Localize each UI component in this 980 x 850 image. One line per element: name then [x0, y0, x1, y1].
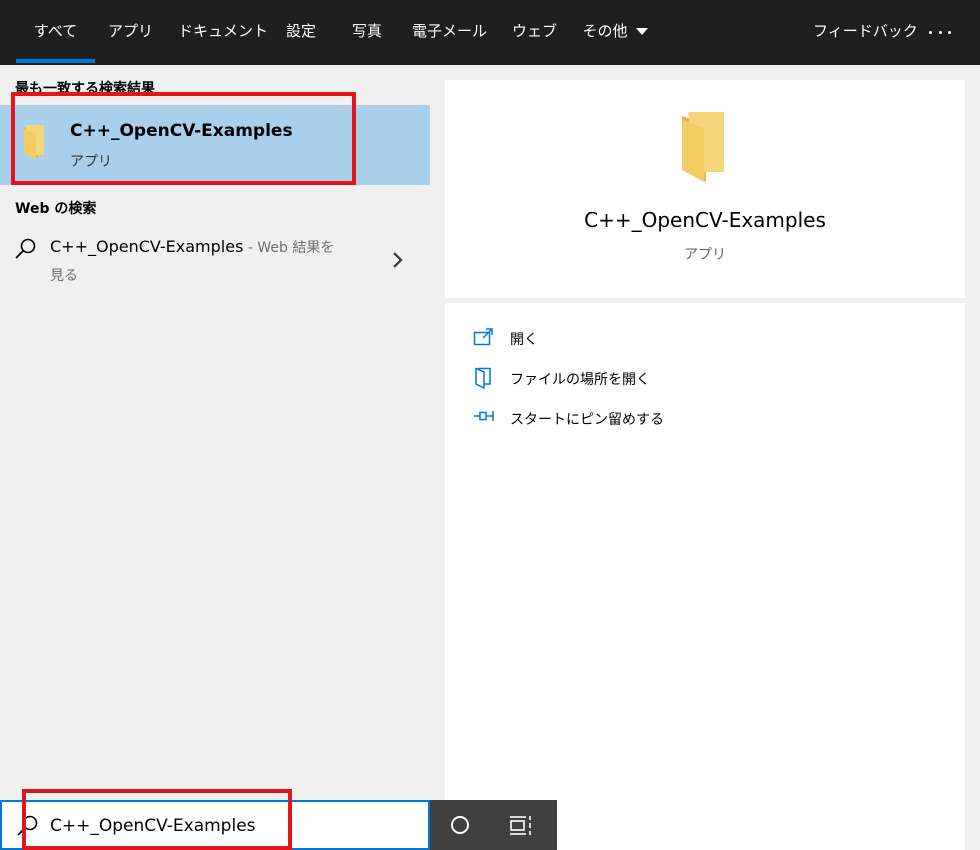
search-icon	[15, 238, 36, 259]
open-file-location-label: ファイルの場所を開く	[510, 372, 650, 388]
open-icon	[473, 328, 493, 346]
open-label: 開く	[510, 332, 538, 348]
best-match-title: C++_OpenCV-Examples	[70, 121, 293, 141]
more-options-icon[interactable]	[926, 0, 954, 65]
detail-actions: 開く ファイルの場所を開く スタートにピン留めする	[445, 303, 965, 850]
best-match-type: アプリ	[70, 154, 112, 170]
tab-documents[interactable]: ドキュメント	[178, 0, 268, 65]
web-search-heading: Web の検索	[15, 201, 97, 217]
detail-title: C++_OpenCV-Examples	[584, 208, 826, 232]
file-location-icon	[475, 367, 491, 389]
tab-apps[interactable]: アプリ	[108, 0, 153, 65]
detail-header: C++_OpenCV-Examples アプリ	[445, 80, 965, 298]
tab-more-label: その他	[582, 22, 628, 40]
detail-type: アプリ	[684, 247, 726, 263]
search-input-value: C++_OpenCV-Examples	[50, 816, 256, 836]
web-search-result[interactable]: C++_OpenCV-Examples - Web 結果を 見る	[0, 225, 430, 289]
pin-icon	[474, 411, 494, 421]
web-result-query: C++_OpenCV-Examples	[50, 237, 244, 256]
open-file-location-action[interactable]: ファイルの場所を開く	[473, 365, 933, 393]
search-category-bar: すべて アプリ ドキュメント 設定 写真 電子メール ウェブ その他 フィードバ…	[0, 0, 980, 65]
tab-all[interactable]: すべて	[16, 0, 95, 65]
tab-photos[interactable]: 写真	[347, 0, 387, 65]
search-window: すべて アプリ ドキュメント 設定 写真 電子メール ウェブ その他 フィードバ…	[0, 0, 980, 850]
web-result-suffix: - Web 結果を	[243, 240, 335, 256]
tab-settings[interactable]: 設定	[281, 0, 321, 65]
tab-more[interactable]: その他	[580, 0, 650, 65]
feedback-button[interactable]: フィードバック	[813, 0, 918, 65]
search-input[interactable]: C++_OpenCV-Examples	[0, 800, 430, 850]
best-match-result[interactable]: C++_OpenCV-Examples アプリ	[0, 105, 430, 185]
best-match-heading: 最も一致する検索結果	[15, 81, 155, 97]
tab-email[interactable]: 電子メール	[412, 0, 487, 65]
search-icon	[17, 815, 38, 836]
cortana-button[interactable]	[430, 800, 490, 850]
chevron-right-icon[interactable]	[392, 251, 404, 269]
task-view-icon	[510, 816, 531, 835]
web-result-line2: 見る	[50, 268, 78, 284]
caret-down-icon	[635, 28, 648, 35]
cortana-icon	[451, 816, 469, 834]
pin-to-start-action[interactable]: スタートにピン留めする	[473, 405, 933, 433]
results-pane: 最も一致する検索結果 C++_OpenCV-Examples アプリ Web の…	[0, 65, 430, 800]
open-action[interactable]: 開く	[473, 325, 933, 353]
task-view-button[interactable]	[492, 800, 552, 850]
folder-icon	[682, 112, 724, 182]
pin-to-start-label: スタートにピン留めする	[510, 412, 664, 428]
tab-web[interactable]: ウェブ	[512, 0, 557, 65]
folder-icon	[24, 125, 44, 159]
